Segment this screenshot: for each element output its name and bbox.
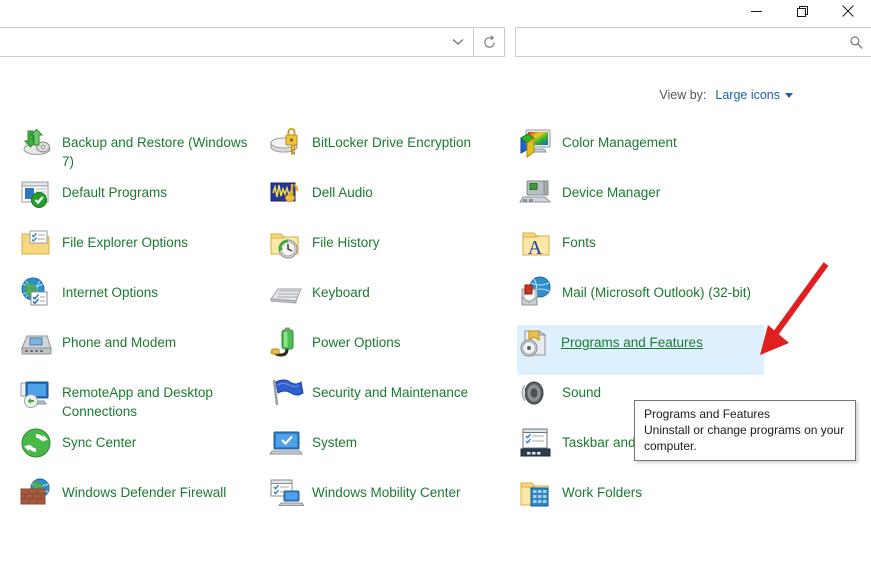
control-panel-item[interactable]: RemoteApp and Desktop Connections <box>18 375 252 425</box>
control-panel-item[interactable]: Keyboard <box>268 275 370 325</box>
control-panel-item-label: System <box>312 435 358 450</box>
taskbar-and-navigation-icon <box>518 425 554 461</box>
sound-icon <box>518 375 554 411</box>
bitlocker-icon <box>268 125 304 161</box>
control-panel-item[interactable]: A Fonts <box>518 225 596 275</box>
control-panel-item-label: Device Manager <box>562 185 661 200</box>
chevron-down-icon <box>785 92 793 98</box>
phone-and-modem-icon <box>18 325 54 361</box>
control-panel-item[interactable]: Sync Center <box>18 425 136 475</box>
power-options-icon <box>268 325 304 361</box>
control-panel-item[interactable]: BitLocker Drive Encryption <box>268 125 471 175</box>
restore-button[interactable] <box>779 0 825 22</box>
internet-options-icon <box>18 275 54 311</box>
control-panel-item[interactable]: Color Management <box>518 125 677 175</box>
system-icon <box>268 425 304 461</box>
control-panel-item-label: Work Folders <box>562 485 643 500</box>
control-panel-item-label: Color Management <box>562 135 677 150</box>
control-panel-item[interactable]: File Explorer Options <box>18 225 188 275</box>
toolbar <box>0 27 871 59</box>
control-panel-item-label: Keyboard <box>312 285 370 300</box>
restore-icon <box>796 5 808 17</box>
default-programs-icon <box>18 175 54 211</box>
color-management-icon <box>518 125 554 161</box>
title-bar <box>0 0 871 22</box>
control-panel-item-label: Programs and Features <box>561 335 703 350</box>
address-bar[interactable] <box>0 27 474 57</box>
minimize-icon <box>750 10 762 12</box>
control-panel-item-label: BitLocker Drive Encryption <box>312 135 472 150</box>
control-panel-item[interactable]: Backup and Restore (Windows 7) <box>18 125 252 175</box>
control-panel-item[interactable]: System <box>268 425 357 475</box>
control-panel-item[interactable]: Windows Defender Firewall <box>18 475 226 525</box>
view-by-control: View by: Large icons <box>659 88 793 102</box>
close-button[interactable] <box>825 0 871 22</box>
control-panel-item[interactable]: Work Folders <box>518 475 642 525</box>
windows-mobility-center-icon <box>268 475 304 511</box>
control-panel-item[interactable]: Internet Options <box>18 275 158 325</box>
refresh-button[interactable] <box>474 27 505 57</box>
control-panel-item[interactable]: Default Programs <box>18 175 167 225</box>
control-panel-item-label: RemoteApp and Desktop Connections <box>62 385 213 419</box>
fonts-icon: A <box>518 225 554 261</box>
file-history-icon <box>268 225 304 261</box>
refresh-icon <box>483 34 495 48</box>
tooltip: Programs and Features Uninstall or chang… <box>634 400 856 461</box>
view-by-dropdown[interactable]: Large icons <box>715 88 793 102</box>
sync-center-icon <box>18 425 54 461</box>
control-panel-item-label: Security and Maintenance <box>312 385 469 400</box>
control-panel-item-label: Sync Center <box>62 435 137 450</box>
close-icon <box>842 5 854 17</box>
control-panel-item[interactable]: File History <box>268 225 380 275</box>
control-panel-item-label: File History <box>312 235 380 250</box>
tooltip-title: Programs and Features <box>644 407 771 421</box>
control-panel-item[interactable]: Programs and Features <box>517 325 764 375</box>
control-panel-item-label: Power Options <box>312 335 401 350</box>
control-panel-item-label: File Explorer Options <box>62 235 189 250</box>
control-panel-item-label: Internet Options <box>62 285 159 300</box>
control-panel-item[interactable]: Power Options <box>268 325 401 375</box>
view-by-value-text: Large icons <box>715 88 780 102</box>
control-panel-item-label: Windows Mobility Center <box>312 485 461 500</box>
control-panel-item[interactable]: Security and Maintenance <box>268 375 468 425</box>
control-panel-item[interactable]: Mail (Microsoft Outlook) (32-bit) <box>518 275 751 325</box>
mail-outlook-icon <box>518 275 554 311</box>
control-panel-item[interactable]: Phone and Modem <box>18 325 176 375</box>
control-panel-item[interactable]: Windows Mobility Center <box>268 475 461 525</box>
control-panel-item[interactable]: Dell Audio <box>268 175 373 225</box>
view-by-label: View by: <box>659 88 707 102</box>
windows-defender-firewall-icon <box>18 475 54 511</box>
search-icon <box>849 35 864 55</box>
address-bar-dropdown-button[interactable] <box>443 28 473 56</box>
remoteapp-icon <box>18 375 54 411</box>
svg-text:A: A <box>528 237 543 259</box>
control-panel-item-label: Mail (Microsoft Outlook) (32-bit) <box>562 285 752 300</box>
device-manager-icon <box>518 175 554 211</box>
chevron-down-icon <box>452 39 464 45</box>
control-panel-item[interactable]: Device Manager <box>518 175 660 225</box>
control-panel-items-grid: Backup and Restore (Windows 7) Default Pr… <box>0 125 871 576</box>
control-panel-item-label: Backup and Restore (Windows 7) <box>62 135 248 169</box>
backup-and-restore-icon <box>18 125 54 161</box>
control-panel-item-label: Phone and Modem <box>62 335 177 350</box>
dell-audio-icon <box>268 175 304 211</box>
file-explorer-options-icon <box>18 225 54 261</box>
security-and-maintenance-icon <box>268 375 304 411</box>
window-controls <box>733 0 871 22</box>
search-box[interactable] <box>515 27 871 57</box>
control-panel-item-label: Sound <box>562 385 602 400</box>
control-panel-item[interactable]: Sound <box>518 375 601 425</box>
keyboard-icon <box>268 275 304 311</box>
control-panel-item-label: Fonts <box>562 235 596 250</box>
programs-and-features-icon <box>517 325 553 361</box>
control-panel-item-label: Dell Audio <box>312 185 373 200</box>
work-folders-icon <box>518 475 554 511</box>
control-panel-item-label: Windows Defender Firewall <box>62 485 227 500</box>
minimize-button[interactable] <box>733 0 779 22</box>
control-panel-item-label: Default Programs <box>62 185 168 200</box>
tooltip-body: Uninstall or change programs on your com… <box>644 423 845 453</box>
